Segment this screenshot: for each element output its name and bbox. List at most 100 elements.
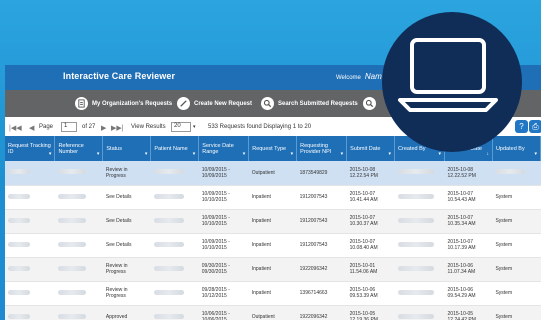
extra-search-button[interactable] bbox=[363, 97, 380, 110]
document-icon bbox=[75, 97, 88, 110]
service-date-cell: 09/30/2015 - 09/30/2015 bbox=[198, 257, 249, 282]
status-cell: See Details bbox=[102, 233, 151, 258]
submit-date-cell: 2015-10-07 10.41.44 AM bbox=[346, 185, 395, 210]
redacted-text bbox=[8, 193, 30, 199]
table-row[interactable]: See Details 10/09/2015 - 10/10/2015 Inpa… bbox=[5, 233, 541, 258]
welcome-label: Welcome bbox=[336, 75, 361, 81]
npi-cell: 1922096342 bbox=[296, 305, 347, 320]
sort-caret-icon: ▾ bbox=[290, 151, 294, 157]
redacted-text bbox=[397, 217, 434, 223]
last-page-button[interactable]: ▶▶| bbox=[111, 124, 124, 132]
request-type-cell: Inpatient bbox=[248, 257, 297, 282]
welcome-text: Welcome Nam bbox=[336, 72, 382, 81]
patient-cell bbox=[150, 161, 199, 186]
sort-caret-icon: ▾ bbox=[534, 151, 537, 157]
tracking-id-cell[interactable] bbox=[5, 281, 55, 306]
sort-caret-icon: ▾ bbox=[144, 151, 148, 157]
updated-by-cell: System bbox=[492, 233, 541, 258]
requests-table: Request Tracking ID ▾ Reference Number ▾ S… bbox=[5, 136, 541, 320]
column-header[interactable]: Request Tracking ID ▾ bbox=[5, 136, 56, 161]
table-row[interactable]: See Details 10/09/2015 - 10/10/2015 Inpa… bbox=[5, 185, 541, 210]
patient-cell bbox=[150, 209, 199, 234]
request-type-cell: Inpatient bbox=[248, 185, 297, 210]
search-submitted-requests-button[interactable]: Search Submitted Requests bbox=[261, 97, 358, 110]
tracking-id-cell[interactable] bbox=[5, 185, 55, 210]
previous-page-button[interactable]: ◀ bbox=[29, 124, 34, 132]
reference-cell bbox=[54, 257, 103, 282]
tracking-id-cell[interactable] bbox=[5, 233, 55, 258]
redacted-text bbox=[397, 241, 434, 247]
updated-date-cell: 2015-10-08 12.22.52 PM bbox=[444, 161, 493, 186]
laptop-icon bbox=[398, 38, 498, 112]
patient-cell bbox=[150, 257, 199, 282]
table-row[interactable]: See Details 10/09/2015 - 10/10/2015 Inpa… bbox=[5, 209, 541, 234]
updated-by-cell: System bbox=[492, 185, 541, 210]
column-header[interactable]: Service Date Range ▾ bbox=[198, 136, 250, 161]
redacted-text bbox=[8, 169, 30, 175]
created-by-cell bbox=[394, 305, 445, 320]
view-results-label: View Results bbox=[131, 124, 166, 130]
created-by-cell bbox=[394, 185, 445, 210]
status-cell: See Details bbox=[102, 209, 151, 234]
column-header[interactable]: Reference Number ▾ bbox=[54, 136, 104, 161]
submit-date-cell: 2015-10-05 12.19.36 PM bbox=[346, 305, 395, 320]
page-number-input[interactable]: 1 bbox=[61, 122, 77, 132]
column-header[interactable]: Patient Name ▾ bbox=[150, 136, 200, 161]
tracking-id-cell[interactable] bbox=[5, 257, 55, 282]
column-header[interactable]: Status ▾ bbox=[102, 136, 152, 161]
service-date-cell: 09/28/2015 - 10/12/2015 bbox=[198, 281, 249, 306]
create-new-request-button[interactable]: Create New Request bbox=[177, 97, 252, 110]
first-page-button[interactable]: |◀◀ bbox=[9, 124, 22, 132]
request-type-cell: Inpatient bbox=[248, 281, 297, 306]
laptop-badge bbox=[382, 12, 522, 152]
updated-by-cell bbox=[492, 161, 541, 186]
tracking-id-cell[interactable] bbox=[5, 161, 55, 186]
tracking-id-cell[interactable] bbox=[5, 209, 55, 234]
column-header[interactable]: Request Type ▾ bbox=[248, 136, 298, 161]
tracking-id-cell[interactable] bbox=[5, 305, 55, 320]
patient-cell bbox=[150, 233, 199, 258]
service-date-cell: 10/06/2015 - 10/06/2015 bbox=[198, 305, 249, 320]
table-row[interactable]: Approved 10/06/2015 - 10/06/2015 Outpati… bbox=[5, 305, 541, 320]
table-row[interactable]: Review in Progress 09/28/2015 - 10/12/20… bbox=[5, 281, 541, 306]
sort-caret-icon: ▾ bbox=[192, 151, 196, 157]
table-row[interactable]: Review in Progress 10/09/2015 - 10/09/20… bbox=[5, 161, 541, 186]
created-by-cell bbox=[394, 281, 445, 306]
view-results-select[interactable]: 20 bbox=[171, 122, 191, 132]
my-organization-requests-button[interactable]: My Organization's Requests bbox=[75, 97, 172, 110]
patient-cell bbox=[150, 305, 199, 320]
table-body: Review in Progress 10/09/2015 - 10/09/20… bbox=[5, 161, 541, 320]
updated-by-cell: System bbox=[492, 257, 541, 282]
redacted-text bbox=[8, 217, 30, 223]
patient-cell bbox=[150, 185, 199, 210]
redacted-text bbox=[153, 169, 184, 175]
print-icon[interactable]: ⎙ bbox=[529, 120, 541, 133]
updated-by-cell: System bbox=[492, 305, 541, 320]
next-page-button[interactable]: ▶ bbox=[101, 124, 106, 132]
redacted-text bbox=[397, 169, 434, 175]
sort-caret-icon: ▾ bbox=[340, 151, 344, 157]
table-row[interactable]: Review in Progress 09/30/2015 - 09/30/20… bbox=[5, 257, 541, 282]
submit-date-cell: 2015-10-07 10.08.40 AM bbox=[346, 233, 395, 258]
submit-date-cell: 2015-10-06 09.53.39 AM bbox=[346, 281, 395, 306]
status-cell: Review in Progress bbox=[102, 257, 151, 282]
service-date-cell: 10/09/2015 - 10/10/2015 bbox=[198, 185, 249, 210]
search-submitted-requests-label: Search Submitted Requests bbox=[278, 100, 358, 107]
status-cell: Review in Progress bbox=[102, 161, 151, 186]
column-header[interactable]: Requesting Provider NPI ▾ bbox=[296, 136, 348, 161]
reference-cell bbox=[54, 233, 103, 258]
sort-caret-icon: ▾ bbox=[96, 151, 100, 157]
chevron-down-icon[interactable]: ▾ bbox=[193, 124, 196, 130]
redacted-text bbox=[153, 265, 184, 271]
redacted-text bbox=[8, 265, 30, 271]
submit-date-cell: 2015-10-07 10.30.37 AM bbox=[346, 209, 395, 234]
npi-cell: 1912007543 bbox=[296, 185, 347, 210]
created-by-cell bbox=[394, 257, 445, 282]
redacted-text bbox=[153, 241, 184, 247]
updated-date-cell: 2015-10-07 10.35.34 AM bbox=[444, 209, 493, 234]
search-icon bbox=[261, 97, 274, 110]
redacted-text bbox=[153, 193, 184, 199]
request-type-cell: Inpatient bbox=[248, 233, 297, 258]
request-type-cell: Inpatient bbox=[248, 209, 297, 234]
redacted-text bbox=[153, 313, 184, 319]
